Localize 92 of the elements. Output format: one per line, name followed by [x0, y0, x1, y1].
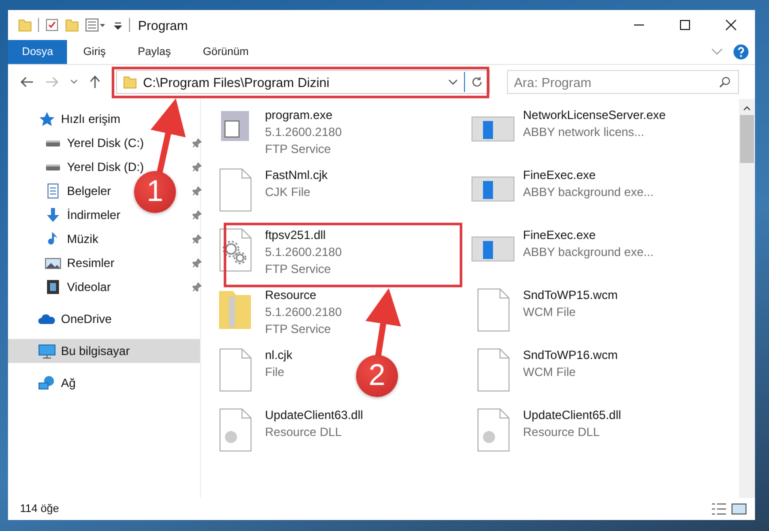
sidebar-item[interactable]: Müzik [8, 227, 106, 251]
sidebar-label: Hızlı erişim [61, 112, 120, 126]
download-arrow-icon [44, 207, 62, 223]
file-detail: CJK File [265, 184, 312, 201]
back-icon[interactable] [20, 76, 34, 88]
ribbon-tab[interactable]: Görünüm [186, 40, 265, 64]
file-name: FastNml.cjk [265, 167, 328, 184]
sidebar-label: Bu bilgisayar [61, 344, 130, 358]
ribbon-tab[interactable]: Dosya [8, 40, 68, 64]
sidebar-item[interactable]: Yerel Disk (C:) [8, 131, 152, 155]
file-detail: ABBY background exe... [523, 184, 654, 201]
file-name: FineExec.exe [523, 227, 597, 244]
ribbon-tab[interactable]: Giriş [67, 40, 122, 64]
scrollbar[interactable] [739, 99, 755, 498]
close-icon[interactable] [725, 19, 737, 31]
file-detail: FTP Service [265, 321, 332, 338]
folder-icon [123, 75, 137, 89]
sidebar-label: Belgeler [67, 184, 112, 198]
annotation-arrow [365, 288, 401, 358]
sidebar-item[interactable]: Resimler [8, 251, 122, 275]
pin-icon[interactable] [192, 282, 202, 292]
file-detail: FTP Service [265, 261, 332, 278]
sidebar-item[interactable]: OneDrive [8, 307, 120, 331]
sidebar-label: OneDrive [61, 312, 112, 326]
file-detail: 5.1.2600.2180 [265, 124, 342, 141]
recent-caret-icon[interactable] [70, 79, 78, 85]
details-view-icon[interactable] [711, 502, 727, 516]
pc-icon [38, 343, 56, 359]
refresh-icon[interactable] [471, 76, 483, 88]
file-name: UpdateClient65.dll [523, 407, 622, 424]
properties-icon[interactable] [45, 18, 59, 32]
file-detail: FTP Service [265, 141, 332, 158]
dropdown-caret-icon[interactable] [448, 79, 458, 85]
file-name: SndToWP15.wcm [523, 287, 618, 304]
sidebar-item[interactable]: Videolar [8, 275, 119, 299]
pin-icon[interactable] [192, 186, 202, 196]
sidebar-item[interactable]: İndirmeler [8, 203, 128, 227]
file-detail: File [265, 364, 286, 381]
address-bar[interactable]: C:\Program Files\Program Dizini [116, 70, 490, 94]
network-icon [38, 375, 56, 391]
sidebar-label: İndirmeler [67, 208, 120, 222]
sidebar-label: Ağ [61, 376, 76, 390]
film-icon [44, 279, 62, 295]
drive-icon [45, 140, 61, 146]
item-count: 114 öğe [20, 503, 59, 515]
file-detail: 5.1.2600.2180 [265, 304, 342, 321]
sidebar-label: Müzik [67, 232, 98, 246]
file-name: NetworkLicenseServer.exe [523, 107, 666, 124]
up-icon[interactable] [89, 75, 101, 89]
scroll-thumb[interactable] [740, 115, 754, 163]
file-detail: Resource DLL [523, 424, 601, 441]
drive-icon [45, 164, 61, 170]
pin-icon[interactable] [192, 258, 202, 268]
help-icon[interactable] [733, 44, 749, 60]
file-name: ftpsv251.dll [265, 227, 327, 244]
large-icons-view-icon[interactable] [731, 502, 747, 516]
file-name: FineExec.exe [523, 167, 597, 184]
view-menu-icon[interactable] [85, 18, 107, 32]
sidebar-item[interactable]: Ağ [8, 371, 84, 395]
sidebar-item[interactable]: Bu bilgisayar [8, 339, 200, 363]
scroll-up-icon[interactable] [743, 105, 751, 111]
maximize-icon[interactable] [679, 19, 691, 31]
sidebar-label: Yerel Disk (D:) [67, 160, 144, 174]
file-detail: WCM File [523, 364, 577, 381]
expand-ribbon-icon[interactable] [711, 48, 723, 56]
file-detail: Resource DLL [265, 424, 343, 441]
pin-icon[interactable] [192, 234, 202, 244]
file-detail: ABBY background exe... [523, 244, 654, 261]
file-detail: WCM File [523, 304, 577, 321]
sidebar-label: Yerel Disk (C:) [67, 136, 144, 150]
search-field[interactable]: Ara: Program [507, 70, 739, 94]
sidebar-item[interactable]: Hızlı erişim [8, 107, 128, 131]
window-title: Program [138, 18, 188, 32]
file-name: UpdateClient63.dll [265, 407, 364, 424]
file-name: nl.cjk [265, 347, 292, 364]
pin-icon[interactable] [192, 162, 202, 172]
sidebar-label: Videolar [67, 280, 111, 294]
pin-icon[interactable] [192, 138, 202, 148]
search-icon [719, 76, 731, 88]
file-name: SndToWP16.wcm [523, 347, 618, 364]
music-note-icon [48, 232, 58, 246]
pin-icon[interactable] [192, 210, 202, 220]
star-icon [38, 111, 56, 127]
file-name: Resource [265, 287, 318, 304]
file-name: program.exe [265, 107, 334, 124]
address-path: C:\Program Files\Program Dizini [143, 74, 330, 90]
file-detail: 5.1.2600.2180 [265, 244, 342, 261]
file-detail: ABBY network licens... [523, 124, 646, 141]
ribbon-tab[interactable]: Paylaş [122, 40, 187, 64]
sidebar-label: Resimler [67, 256, 114, 270]
picture-icon [44, 255, 62, 271]
sidebar-item[interactable]: Belgeler [8, 179, 120, 203]
